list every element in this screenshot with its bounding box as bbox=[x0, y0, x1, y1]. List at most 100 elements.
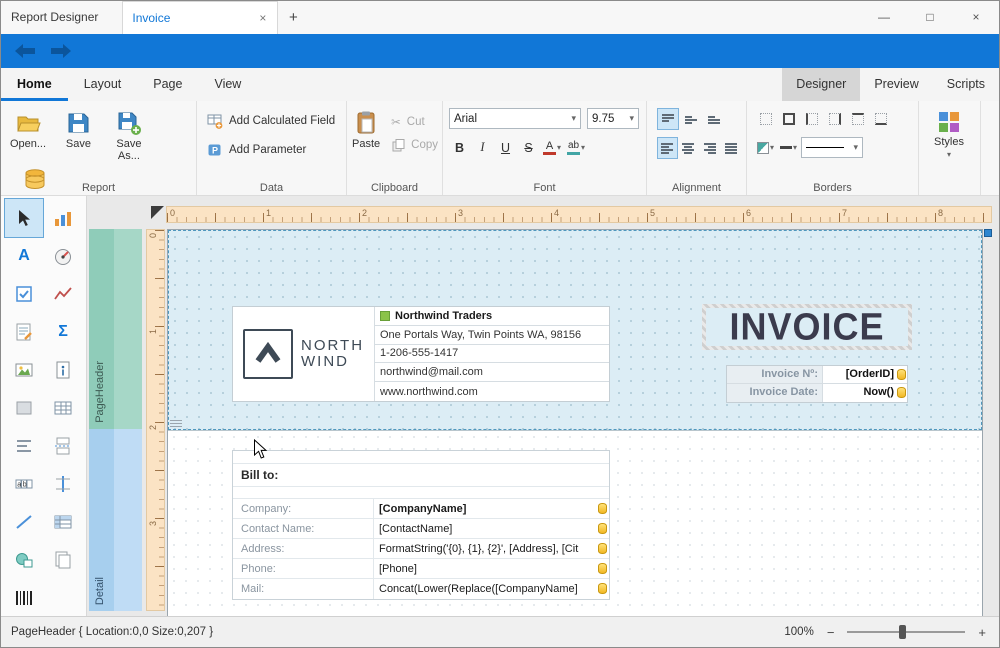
company-field-row[interactable]: Company: [CompanyName] bbox=[233, 499, 609, 519]
field-binding-icon[interactable] bbox=[598, 543, 607, 554]
report-page[interactable]: NORTH WIND Northwind Traders One Portals… bbox=[167, 229, 983, 616]
font-family-combo[interactable]: Arial ▾ bbox=[449, 108, 581, 129]
table-row[interactable] bbox=[233, 487, 609, 499]
document-tab-invoice[interactable]: Invoice × bbox=[122, 1, 278, 34]
add-calculated-field-button[interactable]: Add Calculated Field bbox=[201, 113, 342, 129]
tool-pivot-grid[interactable] bbox=[44, 503, 82, 541]
invoice-date-value[interactable]: Now() bbox=[823, 384, 907, 402]
tool-summary[interactable]: Σ bbox=[44, 313, 82, 351]
phone-field-row[interactable]: Phone: [Phone] bbox=[233, 559, 609, 579]
logo-cell[interactable]: NORTH WIND bbox=[233, 307, 375, 401]
font-size-combo[interactable]: 9.75 ▾ bbox=[587, 108, 639, 129]
align-right-button[interactable] bbox=[700, 137, 721, 159]
field-binding-icon[interactable] bbox=[598, 583, 607, 594]
band-resize-grip[interactable] bbox=[170, 420, 182, 428]
tool-table-of-contents[interactable] bbox=[5, 427, 43, 465]
new-tab-button[interactable]: + bbox=[278, 1, 308, 34]
borders-top-button[interactable] bbox=[847, 108, 868, 129]
align-justify-button[interactable] bbox=[722, 137, 743, 159]
company-address-cell[interactable]: One Portals Way, Twin Points WA, 98156 bbox=[375, 326, 609, 345]
styles-button[interactable]: Styles ▾ bbox=[923, 105, 975, 159]
tool-label[interactable]: A bbox=[5, 237, 43, 275]
save-as-button[interactable]: Save As... bbox=[106, 105, 152, 162]
italic-button[interactable]: I bbox=[472, 137, 493, 158]
company-phone-cell[interactable]: 1-206-555-1417 bbox=[375, 345, 609, 364]
company-website-cell[interactable]: www.northwind.com bbox=[375, 382, 609, 401]
open-button[interactable]: Open... bbox=[5, 105, 51, 150]
field-binding-icon[interactable] bbox=[598, 523, 607, 534]
tool-character-comb[interactable]: ab bbox=[5, 465, 43, 503]
band-strip-detail[interactable]: Detail bbox=[89, 429, 142, 611]
table-row[interactable] bbox=[233, 451, 609, 464]
bill-to-table[interactable]: Bill to: Company: [CompanyName] Contact … bbox=[232, 450, 610, 600]
bill-to-row[interactable]: Bill to: bbox=[233, 464, 609, 487]
tool-check-box[interactable] bbox=[5, 275, 43, 313]
tool-chart[interactable] bbox=[44, 199, 82, 237]
tool-barcode[interactable] bbox=[5, 579, 43, 617]
redo-button[interactable] bbox=[49, 43, 73, 59]
tool-page-info[interactable] bbox=[44, 351, 82, 389]
border-line-style-combo[interactable]: ▾ bbox=[801, 137, 863, 158]
company-email-cell[interactable]: northwind@mail.com bbox=[375, 363, 609, 382]
tool-rich-text[interactable] bbox=[5, 313, 43, 351]
zoom-in-button[interactable]: + bbox=[975, 625, 989, 640]
tab-close-icon[interactable]: × bbox=[257, 11, 268, 25]
tool-picture-box[interactable] bbox=[5, 351, 43, 389]
save-button[interactable]: Save bbox=[55, 105, 101, 150]
fill-color-button[interactable]: ▾ bbox=[755, 137, 776, 158]
zoom-slider[interactable] bbox=[847, 625, 965, 639]
borders-left-button[interactable] bbox=[801, 108, 822, 129]
strikeout-button[interactable]: S bbox=[518, 137, 539, 158]
minimize-button[interactable]: — bbox=[861, 1, 907, 34]
tool-sparkline[interactable] bbox=[44, 275, 82, 313]
copy-button[interactable]: Copy bbox=[385, 138, 438, 152]
tab-view[interactable]: View bbox=[198, 68, 257, 101]
mode-tab-designer[interactable]: Designer bbox=[782, 68, 860, 101]
tab-home[interactable]: Home bbox=[1, 68, 68, 101]
zoom-out-button[interactable]: − bbox=[824, 625, 838, 640]
tool-cross-band-line[interactable] bbox=[44, 465, 82, 503]
tool-table[interactable] bbox=[44, 389, 82, 427]
tab-page[interactable]: Page bbox=[137, 68, 198, 101]
zoom-slider-thumb[interactable] bbox=[899, 625, 906, 639]
tab-layout[interactable]: Layout bbox=[68, 68, 138, 101]
tool-gauge[interactable] bbox=[44, 237, 82, 275]
borders-right-button[interactable] bbox=[824, 108, 845, 129]
borders-all-button[interactable] bbox=[778, 108, 799, 129]
address-field-row[interactable]: Address: FormatString('{0}, {1}, {2}', [… bbox=[233, 539, 609, 559]
tool-line[interactable] bbox=[5, 503, 43, 541]
invoice-number-row[interactable]: Invoice Nº: [OrderID] bbox=[727, 366, 907, 384]
align-top-button[interactable] bbox=[657, 108, 679, 130]
align-bottom-button[interactable] bbox=[703, 108, 725, 130]
font-color-button[interactable]: A ▾ bbox=[541, 137, 563, 158]
align-middle-button[interactable] bbox=[680, 108, 702, 130]
underline-button[interactable]: U bbox=[495, 137, 516, 158]
selection-handle[interactable] bbox=[984, 229, 992, 237]
invoice-number-value[interactable]: [OrderID] bbox=[823, 366, 907, 383]
tool-shape[interactable] bbox=[5, 541, 43, 579]
borders-bottom-button[interactable] bbox=[870, 108, 891, 129]
field-binding-icon[interactable] bbox=[897, 369, 906, 380]
add-parameter-button[interactable]: P Add Parameter bbox=[201, 142, 342, 158]
align-center-button[interactable] bbox=[679, 137, 700, 159]
company-name-cell[interactable]: Northwind Traders bbox=[375, 307, 609, 326]
cut-button[interactable]: ✂ Cut bbox=[385, 115, 438, 129]
borders-none-button[interactable] bbox=[755, 108, 776, 129]
paste-button[interactable]: Paste bbox=[351, 105, 381, 152]
field-binding-icon[interactable] bbox=[598, 563, 607, 574]
mail-field-row[interactable]: Mail: Concat(Lower(Replace([CompanyName] bbox=[233, 579, 609, 599]
undo-button[interactable] bbox=[13, 43, 37, 59]
bold-button[interactable]: B bbox=[449, 137, 470, 158]
tool-subreport[interactable] bbox=[44, 541, 82, 579]
mode-tab-preview[interactable]: Preview bbox=[860, 68, 932, 101]
design-surface[interactable]: 0 1 2 3 4 5 6 7 8 PageHeader Detail 0 1 … bbox=[87, 196, 999, 616]
ruler-corner-icon[interactable] bbox=[151, 206, 164, 219]
company-info-table[interactable]: NORTH WIND Northwind Traders One Portals… bbox=[232, 306, 610, 402]
invoice-info-table[interactable]: Invoice Nº: [OrderID] Invoice Date: Now(… bbox=[726, 365, 908, 403]
align-left-button[interactable] bbox=[657, 137, 678, 159]
tool-page-break[interactable] bbox=[44, 427, 82, 465]
mode-tab-scripts[interactable]: Scripts bbox=[933, 68, 999, 101]
border-color-button[interactable]: ▾ bbox=[778, 137, 799, 158]
field-binding-icon[interactable] bbox=[598, 503, 607, 514]
close-button[interactable]: × bbox=[953, 1, 999, 34]
